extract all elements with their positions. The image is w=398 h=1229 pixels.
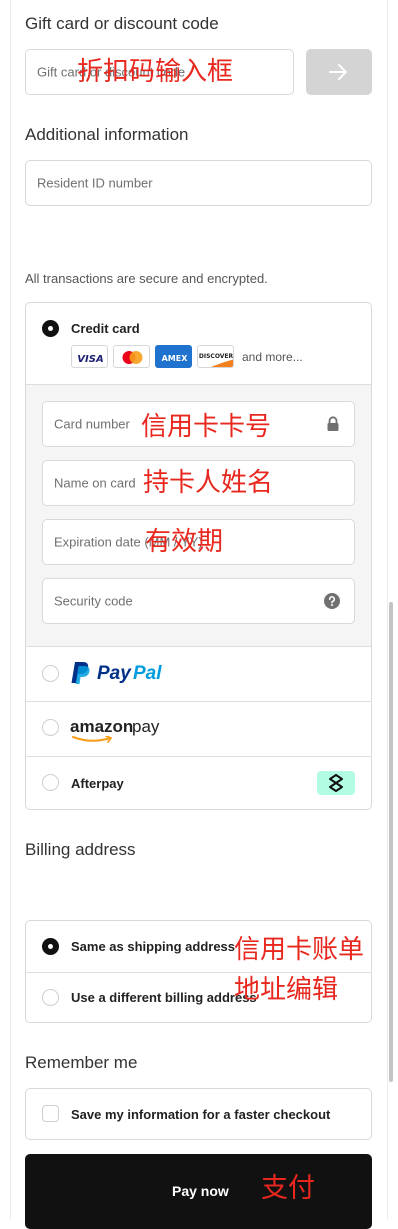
remember-me-heading: Remember me: [25, 1053, 138, 1072]
pay-now-button[interactable]: Pay now: [25, 1154, 372, 1229]
amazon-pay-logo: amazon pay: [70, 714, 190, 744]
same-as-shipping-label: Same as shipping address: [71, 939, 236, 954]
card-number-placeholder: Card number: [54, 416, 130, 432]
amazon-wordmark: amazon: [70, 717, 134, 736]
afterpay-icon: [329, 774, 343, 792]
pay-wordmark: pay: [132, 717, 160, 736]
different-billing-label: Use a different billing address: [71, 990, 257, 1005]
more-cards-text: and more...: [242, 350, 303, 364]
card-logos: VISA AMEX DISCOVER and more...: [71, 345, 303, 368]
billing-annotation-line1: 信用卡账单: [234, 935, 365, 965]
credit-card-radio[interactable]: [42, 320, 59, 337]
amazon-smile-icon: [72, 736, 113, 743]
pay-now-label: Pay now: [172, 1183, 229, 1199]
arrow-right-icon: [329, 64, 347, 80]
checkout-panel: Gift card or discount code Gift card or …: [10, 0, 393, 1229]
paypal-wordmark-b: Pal: [133, 663, 162, 684]
amex-icon: AMEX: [155, 345, 192, 368]
svg-text:VISA: VISA: [77, 354, 103, 365]
resident-id-input[interactable]: Resident ID number: [25, 160, 372, 206]
paypal-option[interactable]: Pay Pal: [26, 647, 371, 701]
afterpay-label: Afterpay: [71, 776, 124, 791]
same-as-shipping-radio[interactable]: [42, 938, 59, 955]
secure-note: All transactions are secure and encrypte…: [25, 271, 268, 286]
afterpay-radio[interactable]: [42, 774, 59, 791]
security-code-placeholder: Security code: [54, 593, 133, 609]
apply-discount-button[interactable]: [306, 49, 372, 95]
credit-card-option[interactable]: Credit card VISA AMEX DISCOVER and more.…: [26, 303, 371, 384]
gift-card-heading: Gift card or discount code: [25, 14, 219, 33]
additional-info-heading: Additional information: [25, 125, 189, 144]
different-billing-radio[interactable]: [42, 989, 59, 1006]
save-info-option[interactable]: Save my information for a faster checkou…: [25, 1088, 372, 1140]
save-info-label: Save my information for a faster checkou…: [71, 1107, 331, 1122]
card-number-annotation: 信用卡卡号: [141, 412, 272, 442]
discover-icon: DISCOVER: [197, 345, 234, 368]
save-info-checkbox[interactable]: [42, 1105, 59, 1122]
name-on-card-annotation: 持卡人姓名: [143, 468, 274, 498]
mastercard-icon: [113, 345, 150, 368]
scrollbar[interactable]: [389, 602, 393, 1082]
amazon-pay-option[interactable]: amazon pay: [26, 702, 371, 756]
svg-text:AMEX: AMEX: [162, 354, 189, 363]
paypal-radio[interactable]: [42, 665, 59, 682]
expiration-annotation: 有效期: [145, 527, 224, 557]
afterpay-option[interactable]: Afterpay: [26, 757, 371, 809]
billing-address-heading: Billing address: [25, 840, 136, 859]
paypal-logo: Pay Pal: [70, 661, 180, 687]
billing-annotation-line2: 地址编辑: [234, 975, 339, 1005]
visa-icon: VISA: [71, 345, 108, 368]
credit-card-label: Credit card: [71, 321, 140, 336]
afterpay-badge: [317, 771, 355, 795]
paypal-wordmark-a: Pay: [97, 663, 131, 684]
lock-icon: [327, 416, 339, 431]
resident-id-placeholder: Resident ID number: [37, 175, 153, 191]
paypal-icon: [71, 662, 90, 684]
svg-text:DISCOVER: DISCOVER: [199, 353, 234, 360]
pay-annotation: 支付: [261, 1173, 315, 1204]
security-code-input[interactable]: Security code: [42, 578, 355, 624]
help-icon[interactable]: [324, 593, 340, 609]
gift-card-annotation: 折扣码输入框: [77, 57, 234, 87]
amazon-pay-radio[interactable]: [42, 719, 59, 736]
name-on-card-placeholder: Name on card: [54, 475, 136, 491]
